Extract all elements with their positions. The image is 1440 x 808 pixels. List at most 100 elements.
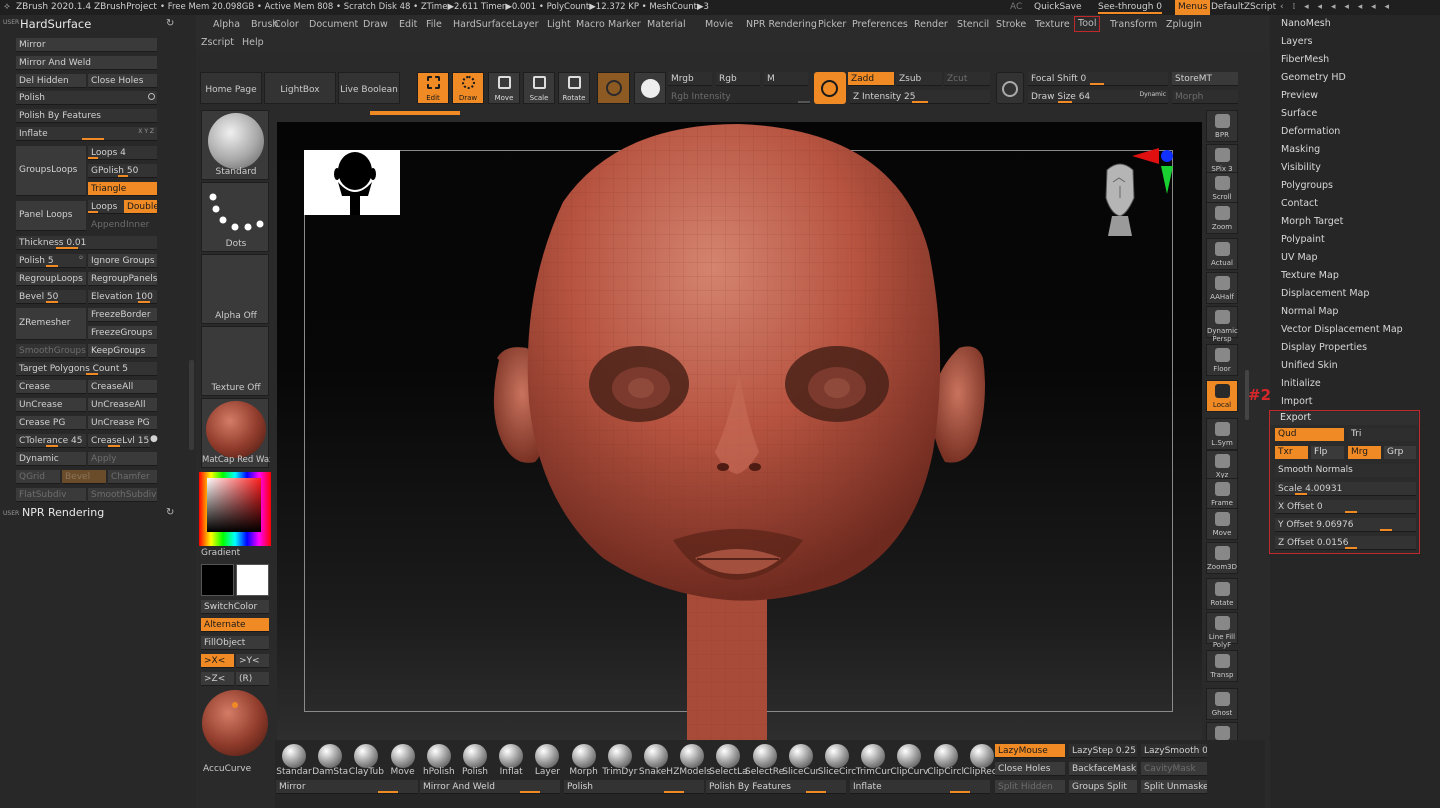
canvas-viewport[interactable]	[277, 122, 1202, 740]
tool-initialize-menu[interactable]: Initialize	[1281, 378, 1321, 389]
tool-polypaint-menu[interactable]: Polypaint	[1281, 234, 1325, 245]
loops-slider[interactable]: Loops 4	[88, 146, 157, 160]
head-model[interactable]	[277, 122, 1202, 740]
zadd-mode-icon[interactable]	[814, 72, 846, 104]
flatsubdiv-slider[interactable]: FlatSubdiv	[16, 488, 86, 502]
tool-nanomesh-menu[interactable]: NanoMesh	[1281, 18, 1331, 29]
menu-edit[interactable]: Edit	[399, 19, 417, 30]
smooth-normals-toggle[interactable]: Smooth Normals	[1275, 464, 1416, 477]
brush-morph-button[interactable]: Morph	[566, 742, 602, 780]
accucurve-label[interactable]: AccuCurve	[203, 764, 251, 774]
menu-movie[interactable]: Movie	[705, 19, 733, 30]
ignore-groups-button[interactable]: Ignore Groups	[88, 254, 157, 268]
stroke-thumbnail[interactable]: Dots	[201, 182, 269, 252]
dock-rotate-button[interactable]: Rotate	[1206, 578, 1238, 610]
primary-color-swatch[interactable]	[201, 564, 234, 596]
rotate-button[interactable]: Rotate	[558, 72, 590, 104]
menu-texture[interactable]: Texture	[1035, 19, 1070, 30]
bottom-inflate-button[interactable]: Inflate	[850, 780, 990, 794]
regroup-panels-button[interactable]: RegroupPanels	[88, 272, 157, 286]
bottom-mirror-button[interactable]: Mirror	[276, 780, 418, 794]
menu-transform[interactable]: Transform	[1110, 19, 1157, 30]
see-through-slider[interactable]: See-through 0	[1098, 2, 1162, 14]
apply-button[interactable]: Apply	[88, 452, 157, 466]
z-intensity-slider[interactable]: Z Intensity 25	[850, 90, 990, 104]
menu-npr-rendering[interactable]: NPR Rendering	[746, 19, 817, 30]
draw-size-slider[interactable]: Draw Size 64 Dynamic	[1028, 90, 1168, 104]
brush-zmodels-button[interactable]: ZModels	[673, 742, 711, 780]
bottom-polish-button[interactable]: Polish	[564, 780, 704, 794]
tool-vector-displacement-map-menu[interactable]: Vector Displacement Map	[1281, 324, 1403, 335]
tri-toggle[interactable]: Tri	[1348, 428, 1416, 441]
zadd-toggle[interactable]: Zadd	[848, 72, 894, 86]
polish-by-features-button[interactable]: Polish By Features	[16, 109, 157, 123]
export-z-offset-slider[interactable]: Z Offset 0.0156	[1275, 536, 1416, 550]
live-boolean-button[interactable]: Live Boolean	[338, 72, 400, 104]
double-toggle[interactable]: Double	[124, 200, 157, 214]
tool-visibility-menu[interactable]: Visibility	[1281, 162, 1321, 173]
bottom-lazymouse-button[interactable]: LazyMouse	[995, 744, 1065, 758]
freeze-border-button[interactable]: FreezeBorder	[88, 308, 157, 322]
append-toggle[interactable]: Append	[91, 220, 126, 230]
default-zscript-button[interactable]: DefaultZScript	[1211, 2, 1276, 12]
move-button[interactable]: Move	[488, 72, 520, 104]
tool-uv-map-menu[interactable]: UV Map	[1281, 252, 1318, 263]
material-thumbnail[interactable]: MatCap Red Wax	[201, 398, 270, 468]
bottom-backface-mask-button[interactable]: BackfaceMask	[1069, 762, 1137, 776]
bevel-slider[interactable]: Bevel 50	[16, 290, 86, 304]
elevation-slider[interactable]: Elevation 100	[88, 290, 157, 304]
brush-selectre-button[interactable]: SelectRe	[745, 742, 784, 780]
menu-macro[interactable]: Macro	[576, 19, 605, 30]
brush-hpolish-button[interactable]: hPolish	[421, 742, 457, 780]
menu-layer[interactable]: Layer	[512, 19, 539, 30]
flp-toggle[interactable]: Flp	[1311, 446, 1344, 459]
polish-button[interactable]: Polish	[16, 91, 157, 105]
mrg-toggle[interactable]: Mrg	[1348, 446, 1381, 459]
txr-toggle[interactable]: Txr	[1275, 446, 1308, 459]
export-title[interactable]: Export	[1270, 412, 1418, 425]
menu-render[interactable]: Render	[914, 19, 948, 30]
bottom-polish-features-button[interactable]: Polish By Features	[706, 780, 846, 794]
dock-bpr-button[interactable]: BPR	[1206, 110, 1238, 142]
tool-unified-skin-menu[interactable]: Unified Skin	[1281, 360, 1338, 371]
symmetry-x-toggle[interactable]: >X<	[201, 654, 234, 668]
brush-polish-button[interactable]: Polish	[457, 742, 493, 780]
menu-alpha[interactable]: Alpha	[213, 19, 240, 30]
brush-clipcurv-button[interactable]: ClipCurv	[890, 742, 928, 780]
menu-material[interactable]: Material	[647, 19, 686, 30]
ctolerance-slider[interactable]: CTolerance 45	[16, 434, 86, 448]
rgb-toggle[interactable]: Rgb	[716, 72, 760, 86]
dock-aahalf-button[interactable]: AAHalf	[1206, 272, 1238, 304]
menu-file[interactable]: File	[426, 19, 442, 30]
lightbox-button[interactable]: LightBox	[264, 72, 336, 104]
gpolish-slider[interactable]: GPolish 50	[88, 164, 157, 178]
bottom-groups-split-button[interactable]: Groups Split	[1069, 780, 1137, 794]
menu-draw[interactable]: Draw	[363, 19, 388, 30]
close-holes-button[interactable]: Close Holes	[88, 74, 157, 88]
focal-shift-slider[interactable]: Focal Shift 0	[1028, 72, 1168, 86]
tool-display-properties-menu[interactable]: Display Properties	[1281, 342, 1367, 353]
refresh-icon[interactable]: ↻	[166, 18, 174, 29]
brush-thumbnail[interactable]: Standard	[201, 110, 269, 180]
menu-stroke[interactable]: Stroke	[996, 19, 1026, 30]
brush-damsta-button[interactable]: DamSta	[312, 742, 348, 780]
export-x-offset-slider[interactable]: X Offset 0	[1275, 500, 1416, 514]
dock-zoom-button[interactable]: Zoom	[1206, 202, 1238, 234]
dock-zoom3d-button[interactable]: Zoom3D	[1206, 542, 1238, 574]
regroup-loops-button[interactable]: RegroupLoops	[16, 272, 86, 286]
left-tray-scrollbar[interactable]	[189, 360, 194, 450]
export-scale-slider[interactable]: Scale 4.00931	[1275, 482, 1416, 496]
rgb-intensity-slider[interactable]: Rgb Intensity	[668, 90, 810, 104]
menu-stencil[interactable]: Stencil	[957, 19, 989, 30]
quicksave-button[interactable]: QuickSave	[1034, 2, 1082, 12]
npr-refresh-icon[interactable]: ↻	[166, 507, 174, 518]
focal-icon[interactable]	[996, 72, 1024, 104]
menu-marker[interactable]: Marker	[608, 19, 641, 30]
polish-5-slider[interactable]: Polish 5	[16, 254, 86, 268]
draw-button[interactable]: Draw	[452, 72, 484, 104]
texture-thumbnail[interactable]: Texture Off	[201, 326, 269, 396]
brush-snakeh-button[interactable]: SnakeH	[638, 742, 674, 780]
inner-toggle[interactable]: Inner	[126, 220, 149, 230]
tool-normal-map-menu[interactable]: Normal Map	[1281, 306, 1338, 317]
tool-deformation-menu[interactable]: Deformation	[1281, 126, 1340, 137]
